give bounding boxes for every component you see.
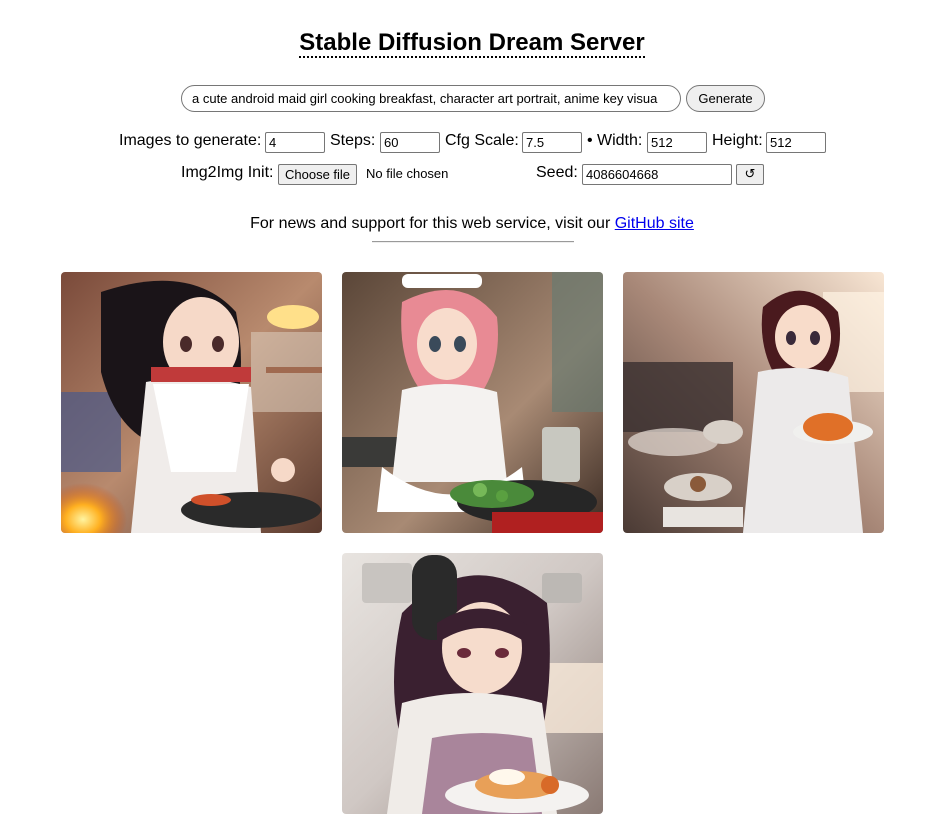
separator-bullet: •	[587, 132, 593, 149]
generated-image-1[interactable]	[61, 272, 322, 533]
generated-image-3[interactable]	[623, 272, 884, 533]
img2img-label: Img2Img Init:	[181, 164, 274, 181]
file-status: No file chosen	[366, 166, 449, 181]
page: Stable Diffusion Dream Server a cute and…	[0, 0, 936, 826]
page-title: Stable Diffusion Dream Server	[299, 29, 645, 58]
news-line: For news and support for this web servic…	[0, 214, 936, 234]
prompt-input-value: a cute android maid girl cooking breakfa…	[192, 90, 658, 106]
generate-button[interactable]: Generate	[686, 84, 765, 112]
seed-input[interactable]: 4086604668	[582, 164, 732, 185]
reseed-button[interactable]: ↺	[736, 164, 764, 185]
steps-input[interactable]: 60	[380, 132, 440, 153]
cfg-scale-input[interactable]: 7.5	[522, 132, 582, 153]
generated-image-2[interactable]	[342, 272, 603, 533]
github-link[interactable]: GitHub site	[615, 215, 694, 232]
width-label: Width:	[597, 132, 643, 149]
seed-label: Seed:	[536, 164, 578, 181]
height-input[interactable]: 512	[766, 132, 826, 153]
images-to-generate-input[interactable]: 4	[265, 132, 325, 153]
width-input[interactable]: 512	[647, 132, 707, 153]
cfg-scale-label: Cfg Scale:	[445, 132, 519, 149]
generated-image-4[interactable]	[342, 553, 603, 814]
steps-label: Steps:	[330, 132, 376, 149]
prompt-input[interactable]: a cute android maid girl cooking breakfa…	[181, 84, 681, 112]
height-label: Height:	[712, 132, 763, 149]
choose-file-button[interactable]: Choose file	[278, 164, 358, 185]
divider	[372, 241, 574, 243]
prompt-form: a cute android maid girl cooking breakfa…	[181, 84, 765, 112]
images-to-generate-label: Images to generate:	[119, 132, 262, 149]
news-text: For news and support for this web servic…	[250, 215, 611, 232]
